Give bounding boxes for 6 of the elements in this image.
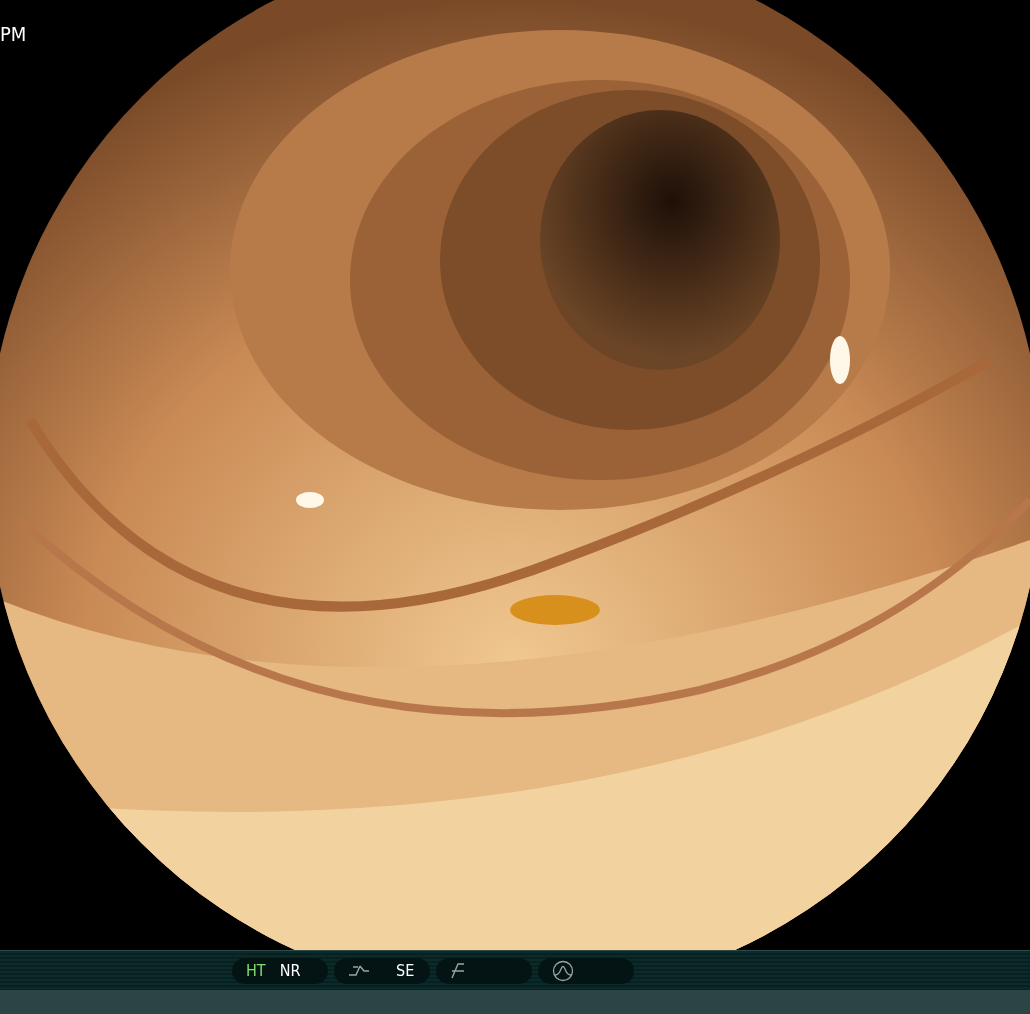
mode-label: SE bbox=[396, 962, 415, 979]
mode-label: NR bbox=[279, 962, 301, 979]
slash-icon bbox=[450, 961, 466, 980]
mode-label: HT bbox=[246, 962, 266, 979]
peak-icon bbox=[552, 959, 574, 982]
time-text: PM bbox=[0, 24, 27, 44]
